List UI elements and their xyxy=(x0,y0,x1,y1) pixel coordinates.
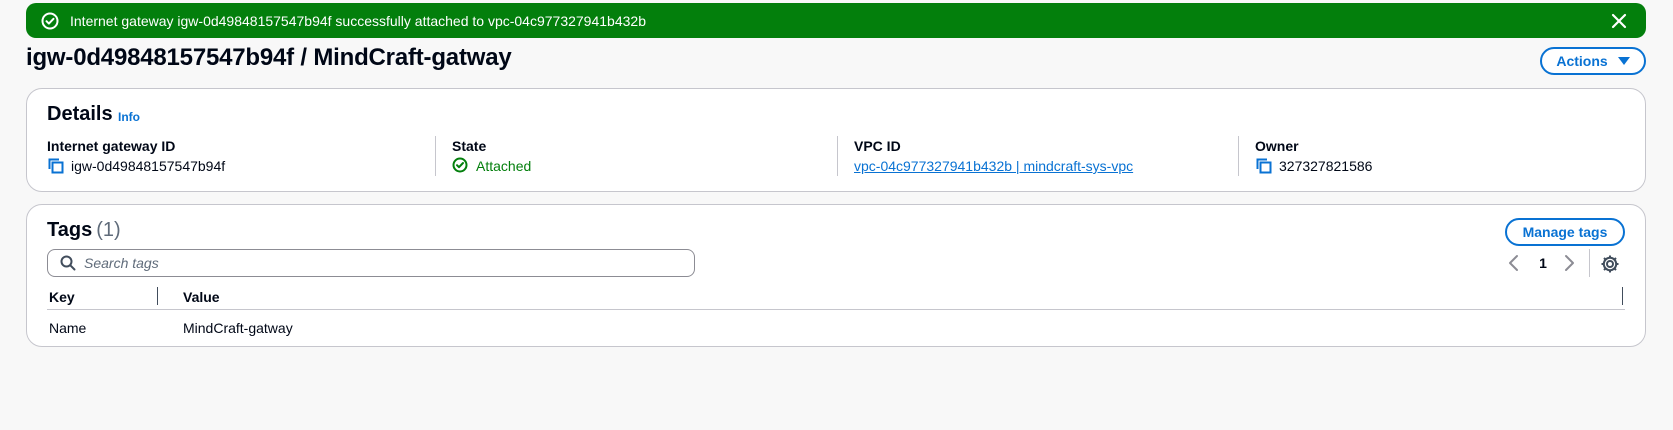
pager-divider xyxy=(1589,249,1590,277)
igw-id-value: igw-0d49848157547b94f xyxy=(71,158,226,174)
column-header-value[interactable]: Value xyxy=(183,287,220,307)
previous-page-icon[interactable] xyxy=(1505,251,1523,275)
column-resizer[interactable] xyxy=(1622,287,1623,305)
tags-title: Tags (1) xyxy=(47,219,121,242)
close-icon[interactable] xyxy=(1610,12,1628,30)
copy-icon[interactable] xyxy=(1255,157,1273,175)
page-number[interactable]: 1 xyxy=(1535,251,1551,275)
details-title: Details xyxy=(47,103,113,125)
owner-field: Owner 327327821586 xyxy=(1238,136,1618,176)
flash-message: Internet gateway igw-0d49848157547b94f s… xyxy=(70,12,646,29)
details-panel: Details Info Internet gateway ID igw-0d4… xyxy=(26,88,1646,192)
copy-icon[interactable] xyxy=(47,157,65,175)
vpc-id-link[interactable]: vpc-04c977327941b432b | mindcraft-sys-vp… xyxy=(854,156,1133,176)
vpc-id-field: VPC ID vpc-04c977327941b432b | mindcraft… xyxy=(837,136,1217,176)
column-header-key[interactable]: Key xyxy=(49,287,75,307)
actions-button[interactable]: Actions xyxy=(1540,47,1646,75)
state-label: State xyxy=(452,138,487,154)
page-title: igw-0d49848157547b94f / MindCraft-gatway xyxy=(26,44,512,71)
tags-title-text: Tags xyxy=(47,219,93,241)
owner-label: Owner xyxy=(1255,138,1299,154)
check-circle-icon xyxy=(41,12,59,30)
owner-value: 327327821586 xyxy=(1279,158,1373,174)
state-field: State Attached xyxy=(435,136,815,176)
gear-icon[interactable] xyxy=(1600,254,1620,274)
table-cell-value: MindCraft-gatway xyxy=(183,320,293,336)
success-flashbar: Internet gateway igw-0d49848157547b94f s… xyxy=(26,3,1646,38)
tags-count: (1) xyxy=(96,219,121,241)
next-page-icon[interactable] xyxy=(1560,251,1578,275)
search-icon xyxy=(60,255,76,271)
actions-label: Actions xyxy=(1556,53,1608,69)
tags-panel: Tags(1) Manage tags 1 Key Value Name Min… xyxy=(26,204,1646,347)
table-cell-key: Name xyxy=(49,320,87,336)
caret-down-icon xyxy=(1617,57,1630,65)
status-success-icon xyxy=(452,157,470,175)
info-link[interactable]: Info xyxy=(118,110,140,124)
igw-id-field: Internet gateway ID igw-0d49848157547b94… xyxy=(47,136,427,176)
search-tags-field[interactable] xyxy=(47,249,695,277)
igw-id-label: Internet gateway ID xyxy=(47,138,176,154)
vpc-id-label: VPC ID xyxy=(854,138,901,154)
search-tags-input[interactable] xyxy=(84,255,674,271)
column-resizer[interactable] xyxy=(157,287,158,305)
manage-tags-button[interactable]: Manage tags xyxy=(1505,218,1625,246)
header-divider xyxy=(47,309,1625,310)
state-value: Attached xyxy=(476,158,532,174)
